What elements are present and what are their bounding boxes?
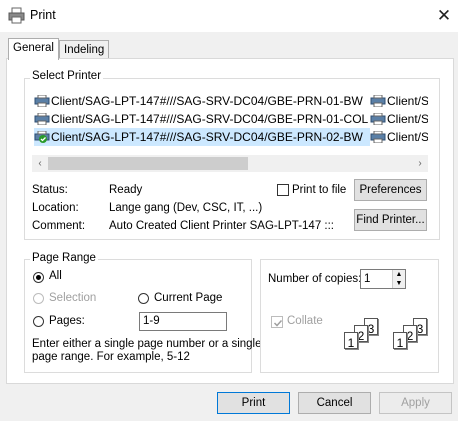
default-printer-check-icon	[34, 131, 50, 143]
collate-checkbox[interactable]	[271, 316, 283, 328]
title-bar: Print ✕	[0, 0, 458, 32]
tab-indeling-label: Indeling	[64, 44, 105, 56]
tab-indeling[interactable]: Indeling	[59, 40, 110, 60]
print-button[interactable]: Print	[217, 392, 290, 414]
printer-item[interactable]: Client/S	[370, 128, 428, 146]
current-page-radio[interactable]	[138, 293, 149, 304]
number-of-copies-input[interactable]: 1 ▲ ▼	[360, 269, 406, 289]
preferences-button[interactable]: Preferences	[354, 179, 427, 201]
printer-name: Client/S	[387, 130, 428, 144]
tab-general-label: General	[13, 42, 54, 54]
scroll-left-icon[interactable]: ‹	[34, 155, 46, 172]
pages-label: Pages:	[49, 315, 85, 327]
location-label: Location:	[32, 202, 79, 214]
comment-label: Comment:	[32, 220, 86, 232]
location-value: Lange gang (Dev, CSC, IT, ...)	[109, 202, 263, 214]
scroll-thumb[interactable]	[48, 157, 248, 170]
printer-name: Client/SAG-LPT-147#///SAG-SRV-DC04/GBE-P…	[51, 112, 369, 126]
printer-name: Client/SAG-LPT-147#///SAG-SRV-DC04/GBE-P…	[51, 130, 363, 144]
network-printer-icon	[34, 95, 50, 107]
print-to-file-checkbox[interactable]	[277, 184, 289, 196]
print-to-file-label: Print to file	[292, 184, 347, 196]
collate-page: 1	[393, 332, 407, 350]
collate-illustration-set1: 3 2 1	[344, 318, 384, 354]
printer-list-scrollbar[interactable]: ‹ ›	[32, 155, 428, 172]
find-printer-button[interactable]: Find Printer...	[354, 209, 427, 231]
current-page-label: Current Page	[154, 292, 223, 304]
page-range-help-line2: page range. For example, 5-12	[32, 351, 190, 363]
printer-item[interactable]: Client/S	[370, 92, 428, 110]
all-radio[interactable]	[33, 272, 44, 283]
network-printer-icon	[370, 113, 386, 125]
printer-item[interactable]: Client/S	[370, 110, 428, 128]
printer-item-selected[interactable]: Client/SAG-LPT-147#///SAG-SRV-DC04/GBE-P…	[34, 128, 370, 146]
spin-up-icon[interactable]: ▲	[392, 270, 405, 279]
cancel-button[interactable]: Cancel	[298, 392, 371, 414]
printer-name: Client/SAG-LPT-147#///SAG-SRV-DC04/GBE-P…	[51, 94, 363, 108]
network-printer-icon	[370, 131, 386, 143]
all-label: All	[49, 270, 62, 282]
network-printer-icon	[370, 95, 386, 107]
status-label: Status:	[32, 184, 68, 196]
close-icon[interactable]: ✕	[433, 5, 455, 27]
comment-value: Auto Created Client Printer SAG-LPT-147 …	[109, 220, 334, 232]
tab-general[interactable]: General	[8, 38, 59, 60]
printer-item[interactable]: Client/SAG-LPT-147#///SAG-SRV-DC04/GBE-P…	[34, 92, 364, 110]
apply-button[interactable]: Apply	[379, 392, 452, 414]
collate-page: 1	[344, 332, 358, 350]
pages-radio[interactable]	[33, 316, 44, 327]
selection-radio[interactable]	[33, 293, 44, 304]
printer-item[interactable]: Client/SAG-LPT-147#///SAG-SRV-DC04/GBE-P…	[34, 110, 368, 128]
pages-input[interactable]: 1-9	[139, 312, 227, 331]
printer-name: Client/S	[387, 112, 428, 126]
number-of-copies-label: Number of copies:	[268, 273, 362, 285]
network-printer-icon	[34, 113, 50, 125]
page-range-help-line1: Enter either a single page number or a s…	[32, 338, 262, 350]
check-icon	[273, 319, 282, 327]
page-range-label: Page Range	[30, 252, 98, 264]
selection-label: Selection	[49, 292, 97, 304]
number-of-copies-value: 1	[364, 273, 371, 285]
printer-icon	[8, 7, 25, 24]
spin-down-icon[interactable]: ▼	[392, 279, 405, 288]
select-printer-label: Select Printer	[30, 70, 104, 82]
collate-illustration-set2: 3 2 1	[393, 318, 433, 354]
window-title: Print	[30, 8, 56, 22]
collate-label: Collate	[287, 315, 323, 327]
status-value: Ready	[109, 184, 143, 196]
scroll-right-icon[interactable]: ›	[414, 155, 426, 172]
printer-name: Client/S	[387, 94, 428, 108]
